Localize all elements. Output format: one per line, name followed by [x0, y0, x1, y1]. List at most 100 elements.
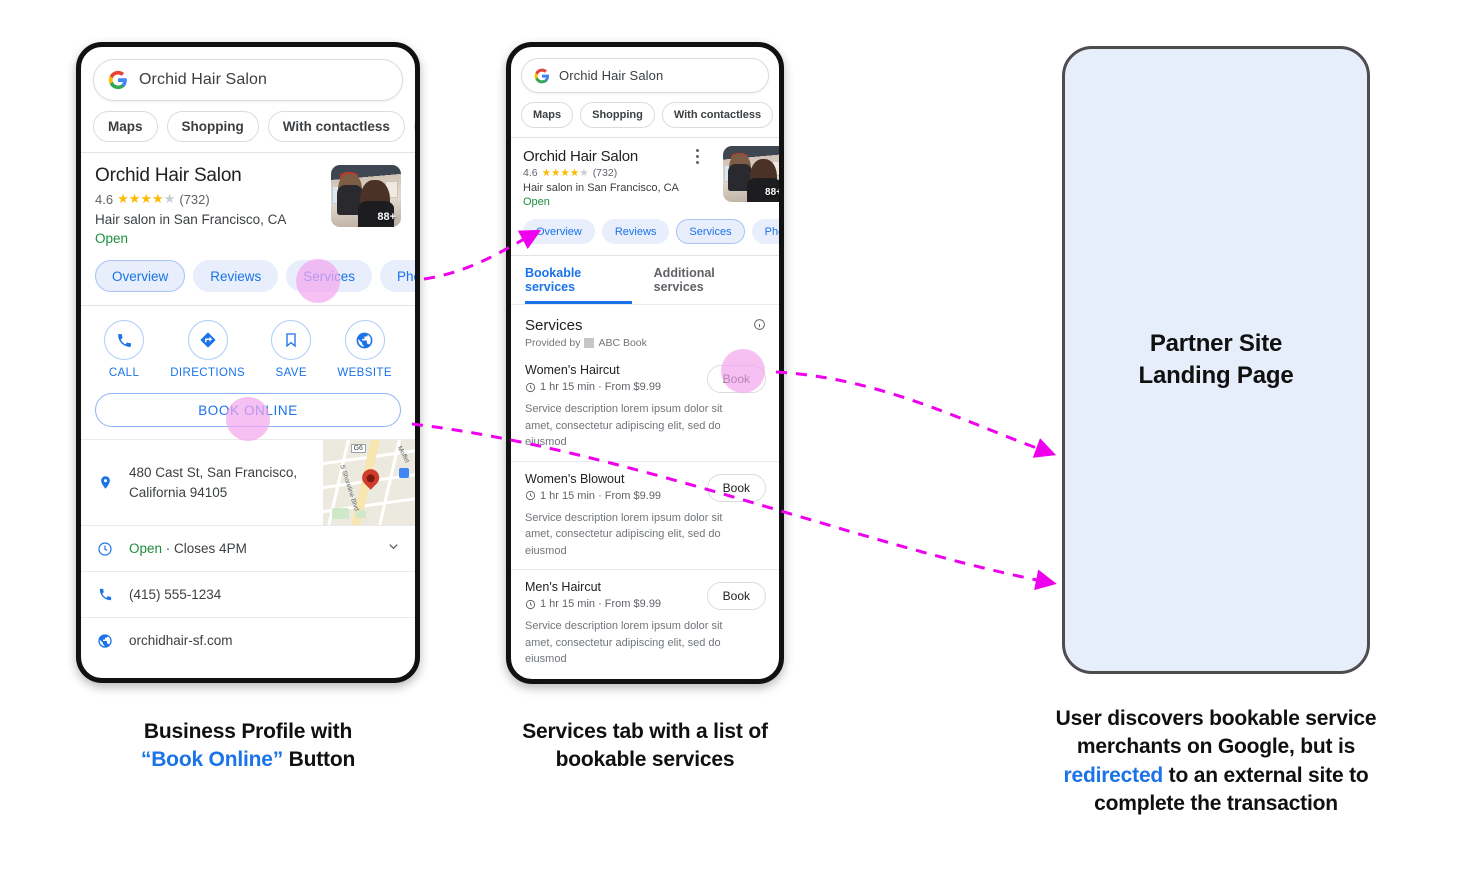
- filter-chip-row-phone1[interactable]: Maps Shopping With contactless Me: [81, 101, 415, 152]
- search-input-phone1[interactable]: Orchid Hair Salon: [93, 59, 403, 101]
- caption-phone1: Business Profile with “Book Online” Butt…: [76, 718, 420, 775]
- filter-chip-maps[interactable]: Maps: [521, 102, 574, 128]
- partner-site-line2: Landing Page: [1138, 362, 1294, 389]
- phone-mockup-partner-site: Partner Site Landing Page: [1062, 46, 1370, 674]
- filter-chip-with-contactless[interactable]: With contactless: [267, 111, 405, 142]
- caption1-rest: Button: [283, 748, 356, 772]
- service-item[interactable]: Women's Blowout 1 hr 15 min · From $9.99…: [511, 460, 779, 570]
- google-g-icon: [534, 68, 550, 83]
- business-open-status: Open: [95, 231, 129, 246]
- bookmark-icon: [271, 320, 312, 360]
- tab-chip-services[interactable]: Services: [676, 219, 745, 244]
- service-item[interactable]: Women's Haircut 1 hr 15 min · From $9.99…: [511, 353, 779, 461]
- tab-chip-reviews[interactable]: Reviews: [193, 260, 279, 292]
- website-text: orchidhair-sf.com: [129, 632, 233, 648]
- tab-chip-photos[interactable]: Photo: [380, 260, 415, 292]
- info-row-address[interactable]: 480 Cast St, San Francisco, California 9…: [81, 439, 415, 525]
- services-subtabs[interactable]: Bookable services Additional services: [511, 256, 779, 305]
- caption3-part1: User discovers bookable service merchant…: [1055, 707, 1377, 759]
- globe-icon: [344, 320, 385, 360]
- search-query-text: Orchid Hair Salon: [139, 71, 267, 88]
- phone-mockup-services-tab: Orchid Hair Salon Maps Shopping With con…: [506, 42, 784, 684]
- filter-chip-shopping[interactable]: Shopping: [580, 102, 655, 128]
- action-website[interactable]: WEBSITE: [337, 320, 392, 379]
- map-poi-icon: [399, 468, 410, 479]
- phone-icon: [95, 587, 115, 602]
- info-row-phone[interactable]: (415) 555-1234: [81, 571, 415, 617]
- location-pin-icon: [95, 475, 115, 490]
- filter-chip-more[interactable]: Me: [413, 111, 415, 142]
- action-call[interactable]: CALL: [104, 320, 145, 379]
- kebab-menu-icon[interactable]: [696, 149, 699, 164]
- business-photo-thumbnail[interactable]: 88+: [723, 146, 782, 202]
- caption1-line1: Business Profile with: [143, 720, 353, 743]
- rating-value: 4.6: [523, 167, 538, 179]
- service-description: Service description lorem ipsum dolor si…: [525, 403, 723, 448]
- action-save[interactable]: SAVE: [271, 320, 312, 379]
- photo-count-badge: 88+: [377, 211, 396, 223]
- subtab-bookable-services[interactable]: Bookable services: [525, 266, 632, 304]
- provider-name: ABC Book: [598, 337, 647, 349]
- hours-detail: · Closes 4PM: [165, 540, 247, 556]
- rating-value: 4.6: [95, 191, 114, 207]
- map-highway-label: G6: [350, 444, 366, 454]
- diagram-stage: Orchid Hair Salon Maps Shopping With con…: [0, 0, 1466, 894]
- search-area-phone1: Orchid Hair Salon: [81, 47, 415, 101]
- globe-icon: [95, 633, 115, 649]
- services-title: Services: [525, 317, 583, 334]
- phone-number-text: (415) 555-1234: [129, 586, 222, 602]
- filter-chip-shopping[interactable]: Shopping: [166, 111, 259, 142]
- all-services-button[interactable]: All services: [523, 684, 767, 685]
- provided-by-label: Provided by: [525, 337, 581, 349]
- profile-tab-chips-phone1[interactable]: Overview Reviews Services Photo: [81, 246, 415, 305]
- map-street-label: S Shoreline Blvd: [338, 463, 360, 512]
- review-count: (732): [592, 167, 618, 179]
- action-directions[interactable]: DIRECTIONS: [170, 320, 245, 379]
- chevron-down-icon[interactable]: [386, 539, 401, 559]
- tab-chip-overview[interactable]: Overview: [523, 219, 595, 244]
- services-section-header: Services Provided by ABC Book: [511, 305, 779, 349]
- partner-site-line1: Partner Site: [1149, 330, 1283, 358]
- profile-tab-chips-phone2[interactable]: Overview Reviews Services Photo: [511, 208, 779, 255]
- clock-icon: [525, 382, 536, 392]
- action-button-row[interactable]: CALL DIRECTIONS SAVE WEBSITE: [81, 306, 415, 389]
- info-row-website[interactable]: orchidhair-sf.com: [81, 617, 415, 663]
- info-icon[interactable]: [753, 318, 766, 336]
- clock-icon: [525, 599, 536, 609]
- services-provider-line: Provided by ABC Book: [525, 337, 765, 349]
- book-button[interactable]: Book: [706, 582, 766, 610]
- rating-stars: ★★★★★: [541, 167, 589, 179]
- service-description: Service description lorem ipsum dolor si…: [525, 620, 723, 665]
- filter-chip-with-contactless[interactable]: With contactless: [661, 102, 774, 128]
- book-button[interactable]: Book: [706, 473, 766, 502]
- tab-chip-services[interactable]: Services: [286, 260, 373, 292]
- map-thumbnail[interactable]: G6 S Shoreline Blvd Moffet: [323, 440, 415, 525]
- book-button[interactable]: Book: [706, 365, 766, 393]
- tab-chip-overview[interactable]: Overview: [95, 260, 186, 292]
- service-meta-text: 1 hr 15 min · From $9.99: [540, 489, 662, 502]
- service-item[interactable]: Men's Haircut 1 hr 15 min · From $9.99 S…: [511, 569, 779, 678]
- book-online-button[interactable]: BOOK ONLINE: [95, 393, 401, 427]
- business-photo-thumbnail[interactable]: 88+: [331, 165, 401, 227]
- caption-phone2: Services tab with a list of bookable ser…: [500, 718, 790, 775]
- clock-icon: [525, 490, 536, 501]
- filter-chip-row-phone2[interactable]: Maps Shopping With contactless Me: [511, 93, 779, 137]
- tab-chip-photos[interactable]: Photo: [751, 219, 779, 244]
- filter-chip-maps[interactable]: Maps: [93, 111, 158, 142]
- provider-logo-placeholder: [584, 338, 595, 348]
- tab-chip-reviews[interactable]: Reviews: [601, 219, 670, 244]
- phone-mockup-business-profile: Orchid Hair Salon Maps Shopping With con…: [76, 42, 420, 683]
- google-g-icon: [108, 70, 127, 90]
- search-input-phone2[interactable]: Orchid Hair Salon: [521, 58, 769, 93]
- clock-icon: [95, 541, 115, 557]
- info-row-hours[interactable]: Open · Closes 4PM: [81, 525, 415, 571]
- subtab-additional-services[interactable]: Additional services: [654, 266, 765, 304]
- caption2-line1: Services tab with a list of: [522, 720, 768, 743]
- service-meta-text: 1 hr 15 min · From $9.99: [540, 598, 662, 610]
- phone-icon: [104, 320, 145, 360]
- search-query-text: Orchid Hair Salon: [559, 68, 664, 83]
- action-call-label: CALL: [108, 367, 140, 379]
- photo-count-badge: 88+: [765, 187, 782, 198]
- business-header-phone2: Orchid Hair Salon 4.6 ★★★★★ (732) Hair s…: [511, 138, 779, 208]
- business-header-phone1: Orchid Hair Salon 4.6 ★★★★★ (732) Hair s…: [81, 153, 415, 246]
